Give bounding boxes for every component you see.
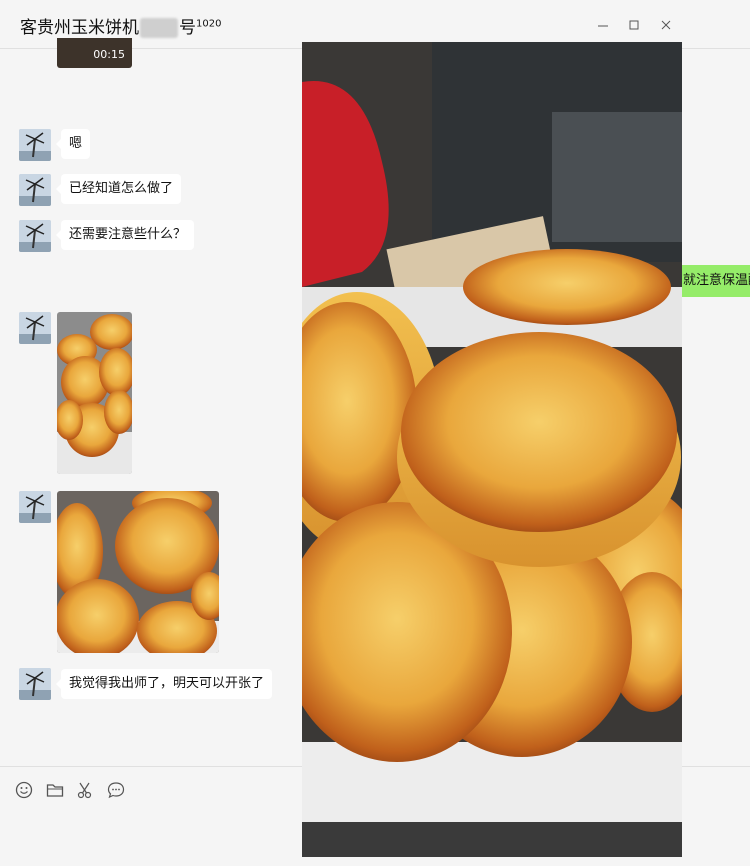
maximize-button[interactable] xyxy=(627,18,641,32)
folder-icon xyxy=(46,784,64,797)
windmill-avatar-icon xyxy=(19,491,51,523)
avatar[interactable] xyxy=(19,668,51,700)
image-viewer[interactable] xyxy=(302,42,682,857)
avatar[interactable] xyxy=(19,174,51,206)
title-superscript: 1020 xyxy=(196,18,222,30)
windmill-avatar-icon xyxy=(19,220,51,252)
video-message-thumbnail[interactable]: 00:15 xyxy=(57,38,132,68)
message-bubble[interactable]: 已经知道怎么做了 xyxy=(55,174,182,204)
image-message-thumbnail[interactable] xyxy=(57,312,132,474)
minimize-button[interactable] xyxy=(596,18,610,32)
chat-history-button[interactable] xyxy=(106,780,126,800)
video-duration: 00:15 xyxy=(93,48,125,61)
avatar[interactable] xyxy=(19,312,51,344)
title-suffix: 号 xyxy=(179,18,196,38)
corn-cakes-photo xyxy=(57,312,132,474)
chat-history-icon xyxy=(107,782,125,799)
title-prefix: 客贵州玉米饼机 xyxy=(20,18,139,38)
avatar[interactable] xyxy=(19,220,51,252)
emoji-icon xyxy=(15,781,33,799)
file-button[interactable] xyxy=(45,780,65,800)
message-bubble[interactable]: 还需要注意些什么？ xyxy=(55,220,195,250)
scissors-icon xyxy=(77,782,92,799)
windmill-avatar-icon xyxy=(19,668,51,700)
title-redacted xyxy=(140,18,178,38)
screenshot-button[interactable] xyxy=(75,780,95,800)
windmill-avatar-icon xyxy=(19,129,51,161)
avatar[interactable] xyxy=(19,491,51,523)
close-icon xyxy=(661,20,671,30)
avatar[interactable] xyxy=(19,129,51,161)
close-button[interactable] xyxy=(659,18,673,32)
image-message-thumbnail[interactable] xyxy=(57,491,219,653)
message-bubble[interactable]: 我觉得我出师了，明天可以开张了 xyxy=(55,669,273,699)
outgoing-message-bubble[interactable]: 就注意保温醒 xyxy=(681,265,750,297)
corn-cakes-photo xyxy=(57,491,219,653)
maximize-icon xyxy=(629,20,639,30)
windmill-avatar-icon xyxy=(19,174,51,206)
minimize-icon xyxy=(598,25,608,27)
emoji-button[interactable] xyxy=(14,780,34,800)
corn-cakes-photo xyxy=(302,42,682,857)
message-bubble[interactable]: 嗯 xyxy=(55,129,91,159)
chat-title[interactable]: 客贵州玉米饼机 号1020 xyxy=(20,13,221,38)
windmill-avatar-icon xyxy=(19,312,51,344)
